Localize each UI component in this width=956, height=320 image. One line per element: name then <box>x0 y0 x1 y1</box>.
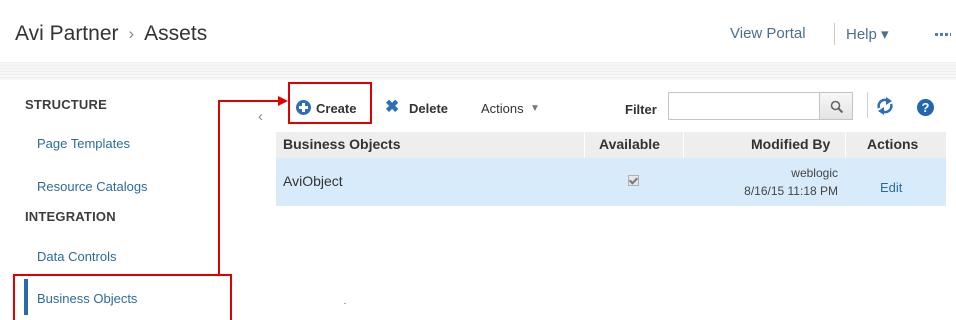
sidebar-heading-structure: STRUCTURE <box>25 97 107 112</box>
stray-mark <box>344 303 346 304</box>
breadcrumb: Avi Partner › Assets <box>15 22 207 46</box>
magnifier-icon <box>830 100 844 114</box>
column-header-business-objects[interactable]: Business Objects <box>283 136 401 152</box>
header-band <box>0 62 956 80</box>
column-header-actions[interactable]: Actions <box>867 136 918 152</box>
refresh-arrows-icon[interactable] <box>875 96 895 116</box>
callout-line-vertical <box>218 100 220 275</box>
table-row[interactable] <box>276 158 946 206</box>
sidebar-item-data-controls[interactable]: Data Controls <box>37 249 116 264</box>
delete-button[interactable]: Delete <box>409 101 448 116</box>
callout-line-horizontal <box>218 100 280 102</box>
search-button[interactable] <box>819 92 853 120</box>
filter-input[interactable] <box>668 92 820 120</box>
sidebar-heading-integration: INTEGRATION <box>25 209 116 224</box>
column-header-available[interactable]: Available <box>599 136 660 152</box>
collapse-sidebar-icon[interactable]: ‹ <box>258 108 263 125</box>
modified-by-date: 8/16/15 11:18 PM <box>744 184 838 198</box>
column-divider <box>683 132 684 158</box>
filter-label: Filter <box>625 102 657 117</box>
x-icon[interactable]: ✖ <box>385 97 399 117</box>
question-circle-icon[interactable]: ? <box>917 99 934 116</box>
edit-link[interactable]: Edit <box>880 180 902 195</box>
create-callout-box <box>288 82 372 124</box>
column-divider <box>845 132 846 158</box>
help-menu[interactable]: Help ▾ <box>846 25 889 43</box>
breadcrumb-parent[interactable]: Avi Partner <box>15 22 119 45</box>
modified-by-user: weblogic <box>791 166 838 180</box>
actions-menu[interactable]: Actions <box>481 101 524 116</box>
more-menu-icon[interactable] <box>935 33 951 36</box>
breadcrumb-separator: › <box>128 24 135 43</box>
header-divider <box>834 23 835 45</box>
business-objects-callout-box <box>13 274 232 320</box>
callout-arrowhead <box>278 96 288 106</box>
sidebar-item-resource-catalogs[interactable]: Resource Catalogs <box>37 179 148 194</box>
page-title: Assets <box>144 22 208 45</box>
toolbar-divider <box>867 92 868 118</box>
column-header-modified-by[interactable]: Modified By <box>751 136 830 152</box>
view-portal-link[interactable]: View Portal <box>730 25 806 42</box>
available-checkbox <box>628 175 639 186</box>
column-divider <box>584 132 585 158</box>
chevron-down-icon[interactable]: ▼ <box>530 103 540 114</box>
business-object-name[interactable]: AviObject <box>283 173 343 189</box>
sidebar-item-page-templates[interactable]: Page Templates <box>37 136 130 151</box>
